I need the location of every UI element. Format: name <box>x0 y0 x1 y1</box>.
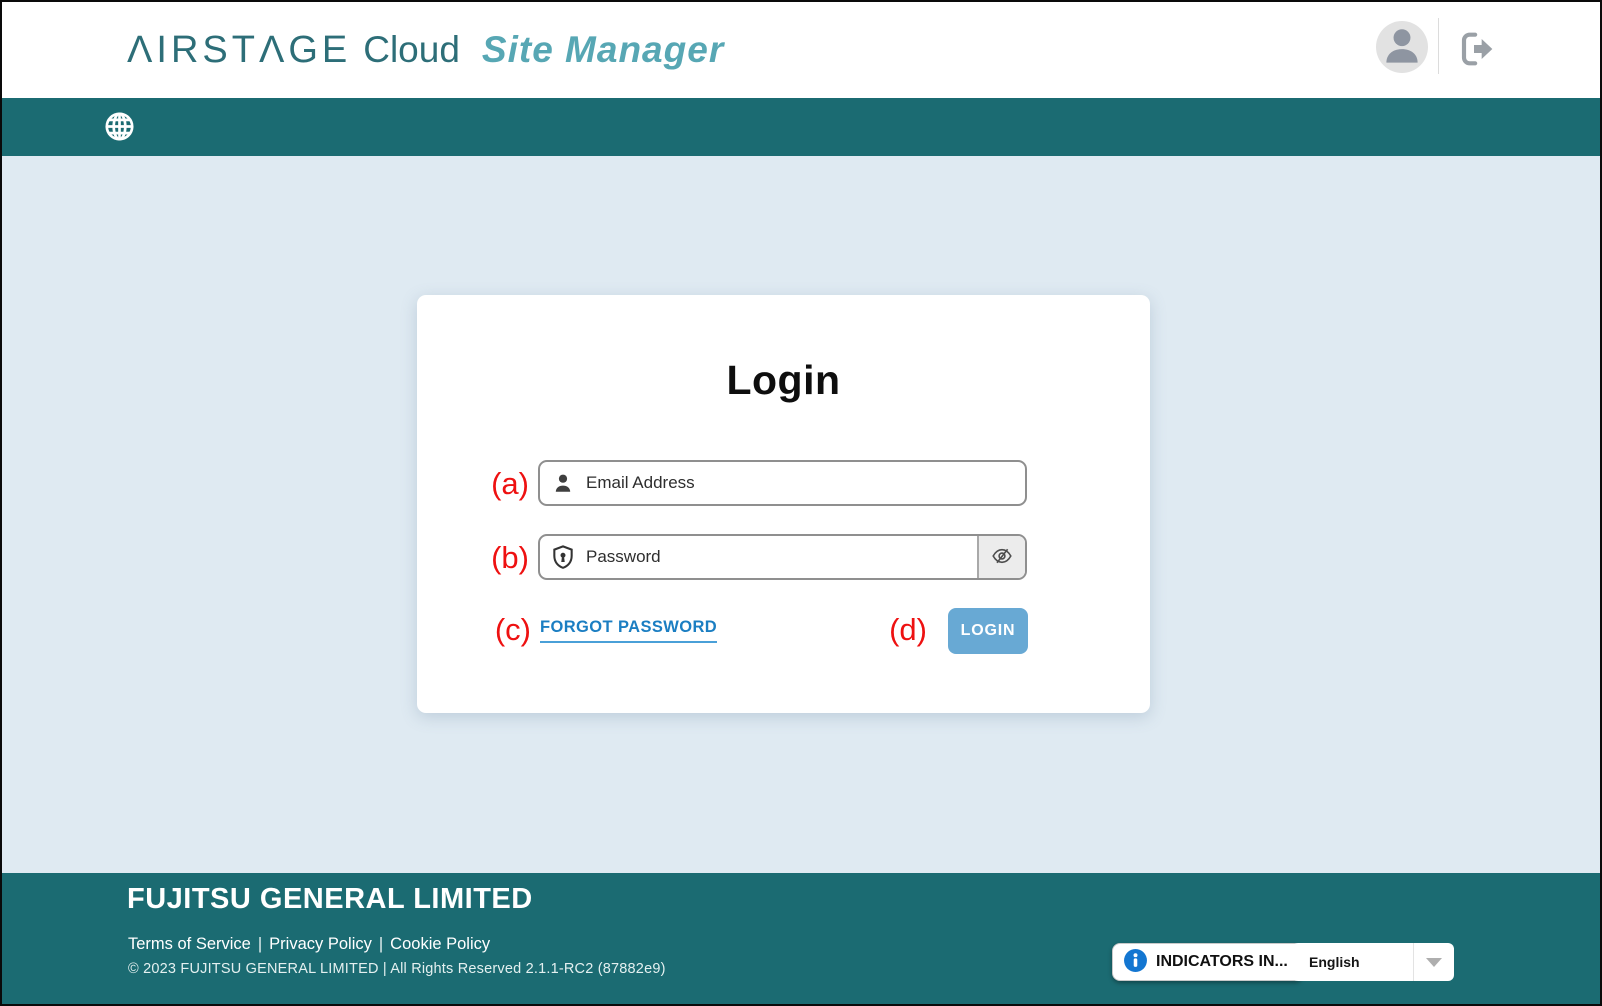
annotation-b: (b) <box>469 540 529 576</box>
language-select[interactable]: English <box>1292 943 1454 981</box>
navbar <box>2 98 1600 156</box>
chevron-down-icon <box>1414 943 1454 981</box>
login-title: Login <box>417 357 1150 404</box>
brand-product-name: Site Manager <box>482 29 724 71</box>
annotation-a: (a) <box>469 466 529 502</box>
privacy-policy-link[interactable]: Privacy Policy <box>269 935 372 953</box>
password-visibility-toggle[interactable] <box>977 536 1025 578</box>
brand-cloud: Cloud <box>363 29 460 71</box>
language-globe-button[interactable] <box>101 110 137 146</box>
person-icon <box>1376 21 1428 73</box>
person-icon <box>540 462 586 504</box>
brand-logo: ΛIRSTΛGE Cloud Site Manager <box>127 2 724 98</box>
annotation-d: (d) <box>867 612 927 648</box>
app-window: ΛIRSTΛGE Cloud Site Manager <box>0 0 1602 1006</box>
brand-airstage: ΛIRSTΛGE <box>127 29 351 72</box>
globe-icon <box>103 110 136 146</box>
indicators-button-label: INDICATORS IN... <box>1156 953 1288 971</box>
header-divider <box>1438 18 1439 74</box>
main-content: Login (a) (b) <box>2 156 1600 873</box>
link-separator: | <box>258 935 262 953</box>
password-field <box>538 534 1027 580</box>
language-selected-value: English <box>1292 954 1413 970</box>
forgot-password-link[interactable]: FORGOT PASSWORD <box>540 618 717 643</box>
terms-of-service-link[interactable]: Terms of Service <box>128 935 251 953</box>
cookie-policy-link[interactable]: Cookie Policy <box>390 935 490 953</box>
footer-company-name: FUJITSU GENERAL LIMITED <box>127 883 533 916</box>
logout-icon <box>1456 29 1496 72</box>
info-icon <box>1123 948 1148 976</box>
email-field <box>538 460 1027 506</box>
email-input[interactable] <box>586 462 1025 504</box>
login-card: Login (a) (b) <box>417 295 1150 713</box>
link-separator: | <box>379 935 383 953</box>
shield-lock-icon <box>540 536 586 578</box>
logout-button[interactable] <box>1454 28 1498 72</box>
footer-links: Terms of Service | Privacy Policy | Cookie P… <box>128 935 490 954</box>
password-input[interactable] <box>586 536 977 578</box>
footer-copyright: © 2023 FUJITSU GENERAL LIMITED | All Rig… <box>128 961 666 977</box>
eye-slash-icon <box>990 544 1014 571</box>
indicators-info-button[interactable]: INDICATORS IN... <box>1112 943 1303 981</box>
annotation-c: (c) <box>471 612 531 648</box>
footer: FUJITSU GENERAL LIMITED Terms of Service… <box>2 873 1600 1004</box>
user-avatar[interactable] <box>1376 21 1428 73</box>
login-button[interactable]: LOGIN <box>948 608 1028 654</box>
header: ΛIRSTΛGE Cloud Site Manager <box>2 2 1600 98</box>
